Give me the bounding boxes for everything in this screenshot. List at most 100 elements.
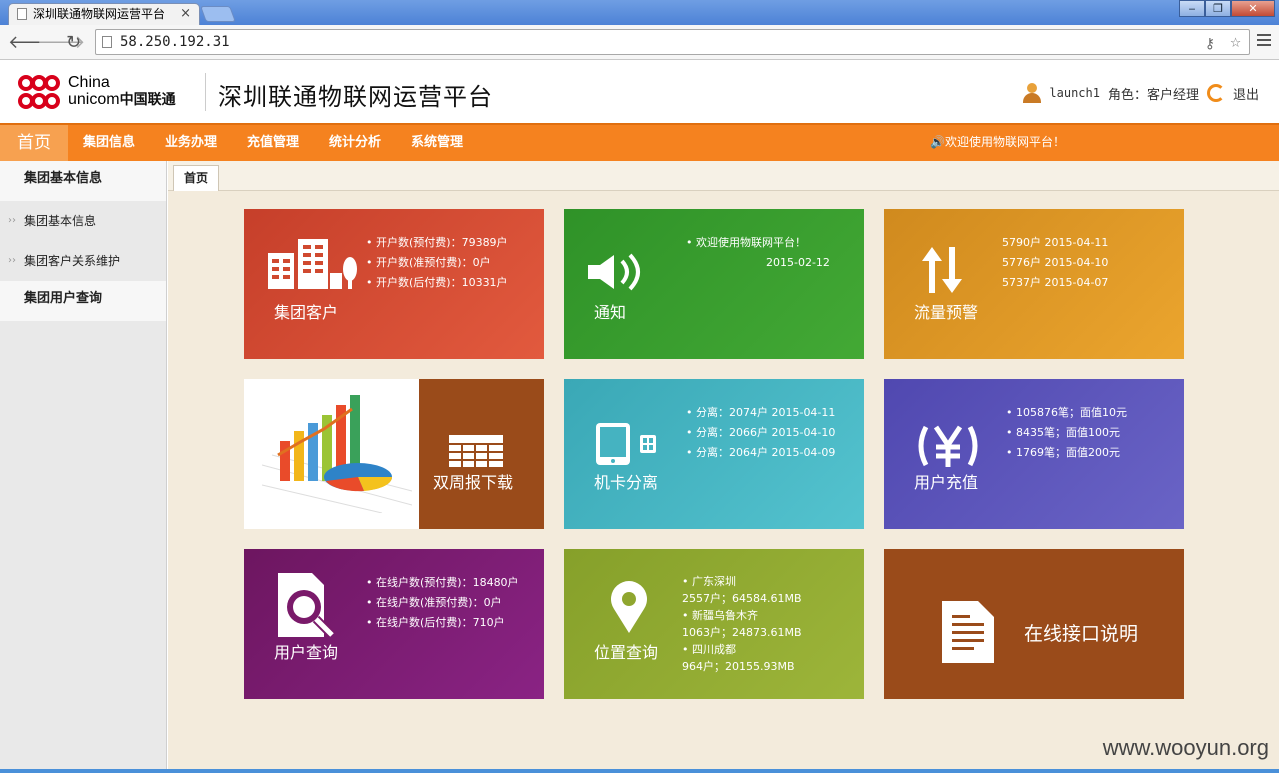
info-line: 964户；20155.93MB [682,660,795,673]
tab-home[interactable]: 首页 [173,165,219,191]
browser-tabstrip: 深圳联通物联网运营平台 × ‒ ❐ ✕ [0,0,1279,25]
tile-group-customer[interactable]: 集团客户 • 开户数(预付费)：79389户 • 开户数(准预付费)：0户 • … [244,209,544,359]
tile-info: • 欢迎使用物联网平台！ 2015-02-12 [686,233,830,273]
info-line: 5737户 2015-04-07 [1002,276,1109,289]
buildings-icon [268,239,357,289]
nav-item-business[interactable]: 业务办理 [165,125,217,161]
info-line: • 分离：2074户 2015-04-11 [686,406,836,419]
header-divider [205,73,206,111]
info-line: • 广东深圳 [682,575,736,588]
unicom-knot-logo-icon [18,75,60,109]
window-controls: ‒ ❐ ✕ [1179,0,1275,17]
role-label: 角色：客户经理 [1107,87,1199,103]
url-text: 58.250.192.31 [120,34,230,50]
tile-info: • 分离：2074户 2015-04-11 • 分离：2066户 2015-04… [686,403,835,463]
up-down-arrows-icon [922,247,962,293]
search-document-icon [278,573,336,637]
tab-title: 深圳联通物联网运营平台 [33,7,166,21]
biweekly-panel: 双周报下载 [419,379,544,529]
tile-biweekly-report[interactable]: 双周报下载 [244,379,544,529]
tile-info: • 广东深圳 2557户；64584.61MB • 新疆乌鲁木齐 1063户；2… [682,573,802,675]
tile-card-separation[interactable]: 机卡分离 • 分离：2074户 2015-04-11 • 分离：2066户 20… [564,379,864,529]
nav-item-recharge[interactable]: 充值管理 [247,125,299,161]
logo-cn: 中国联通 [119,91,176,107]
tile-api-doc[interactable]: 在线接口说明 [884,549,1184,699]
sidebar-item-customer-relations[interactable]: ›› 集团客户关系维护 [0,241,166,281]
menu-icon[interactable] [1257,34,1271,48]
tile-label: 通知 [594,303,627,322]
tile-info: • 在线户数(预付费)：18480户 • 在线户数(准预付费)：0户 • 在线户… [366,573,519,633]
tile-info: • 开户数(预付费)：79389户 • 开户数(准预付费)：0户 • 开户数(后… [366,233,508,293]
address-bar[interactable]: 58.250.192.31 ⚷ ☆ [95,29,1250,55]
info-line: • 在线户数(预付费)：18480户 [366,576,519,589]
logo-wordmark: China unicom中国联通 [68,75,176,108]
calendar-grid-icon [449,435,503,467]
user-icon [1023,83,1042,103]
sidebar-section-user-query[interactable]: 集团用户查询 [0,281,166,321]
nav-home[interactable]: 首页 [0,125,68,161]
minimize-button[interactable]: ‒ [1179,0,1205,17]
info-line: • 分离：2066户 2015-04-10 [686,426,836,439]
info-line: 2557户；64584.61MB [682,592,802,605]
page-icon [17,8,27,20]
nav-item-statistics[interactable]: 统计分析 [329,125,381,161]
tile-notice[interactable]: 通知 • 欢迎使用物联网平台！ 2015-02-12 [564,209,864,359]
chevron-icon: ›› [8,215,16,226]
nav-item-system[interactable]: 系统管理 [411,125,463,161]
info-line: • 105876笔；面值10元 [1006,406,1127,419]
chevron-icon: ›› [8,255,16,266]
content-tabbar: 首页 [168,161,1279,191]
tile-label: 位置查询 [594,643,659,662]
tab-close-icon[interactable]: × [180,4,191,24]
reload-icon[interactable]: ↻ [66,32,81,53]
info-line: • 开户数(后付费)：10331户 [366,276,508,289]
sidebar: 集团基本信息 ›› 集团基本信息 ›› 集团客户关系维护 集团用户查询 [0,161,167,773]
info-line: 1063户；24873.61MB [682,626,802,639]
tile-user-query[interactable]: 用户查询 • 在线户数(预付费)：18480户 • 在线户数(准预付费)：0户 … [244,549,544,699]
tile-label: 双周报下载 [433,473,514,492]
welcome-marquee: 🔊欢迎使用物联网平台！ [930,135,1065,149]
sidebar-item-group-basic[interactable]: ›› 集团基本信息 [0,201,166,241]
logout-icon[interactable] [1206,84,1225,102]
tile-location-query[interactable]: 位置查询 • 广东深圳 2557户；64584.61MB • 新疆乌鲁木齐 10… [564,549,864,699]
tile-info: 5790户 2015-04-11 5776户 2015-04-10 5737户 … [1002,233,1108,293]
nav-item-group-info[interactable]: 集团信息 [83,125,135,161]
maximize-button[interactable]: ❐ [1205,0,1231,17]
info-line: • 开户数(准预付费)：0户 [366,256,491,269]
key-icon[interactable]: ⚷ [1205,32,1215,56]
browser-tab[interactable]: 深圳联通物联网运营平台 × [8,3,200,25]
logo-en-line1: China [68,74,110,91]
username: launch1 [1049,86,1100,100]
info-line: 5776户 2015-04-10 [1002,256,1109,269]
info-line: • 分离：2064户 2015-04-09 [686,446,836,459]
logo-en-line2: unicom [68,91,120,108]
site-header: China unicom中国联通 深圳联通物联网运营平台 launch1 角色：… [0,61,1279,123]
yuan-coin-icon [918,425,978,467]
info-line: • 1769笔；面值200元 [1006,446,1120,459]
new-tab-button[interactable] [200,6,236,22]
info-line: • 四川成都 [682,643,736,656]
tile-label: 流量预警 [914,303,979,322]
info-line: • 8435笔；面值100元 [1006,426,1120,439]
info-line: 5790户 2015-04-11 [1002,236,1109,249]
tile-label: 集团客户 [274,303,339,322]
tile-recharge[interactable]: 用户充值 • 105876笔；面值10元 • 8435笔；面值100元 • 17… [884,379,1184,529]
bookmark-star-icon[interactable]: ☆ [1230,30,1241,54]
user-box: launch1 角色：客户经理 退出 [1023,83,1259,103]
sidebar-section-group-info[interactable]: 集团基本信息 [0,161,166,201]
tile-label: 在线接口说明 [1024,623,1139,645]
main-nav: 首页 集团信息 业务办理 充值管理 统计分析 系统管理 🔊欢迎使用物联网平台！ [0,123,1279,161]
taskbar-strip [0,769,1279,773]
info-line: • 欢迎使用物联网平台！ [686,236,806,249]
chart-illustration-icon [262,395,412,513]
phone-sim-icon [596,423,656,465]
page-title: 深圳联通物联网运营平台 [218,83,493,111]
logout-link[interactable]: 退出 [1233,84,1259,103]
page-icon [102,36,112,48]
tile-traffic-alert[interactable]: 流量预警 5790户 2015-04-11 5776户 2015-04-10 5… [884,209,1184,359]
info-line: • 在线户数(后付费)：710户 [366,616,505,629]
tile-label: 用户查询 [274,643,339,662]
close-window-button[interactable]: ✕ [1231,0,1275,17]
info-line: • 在线户数(准预付费)：0户 [366,596,502,609]
tile-label: 机卡分离 [594,473,659,492]
